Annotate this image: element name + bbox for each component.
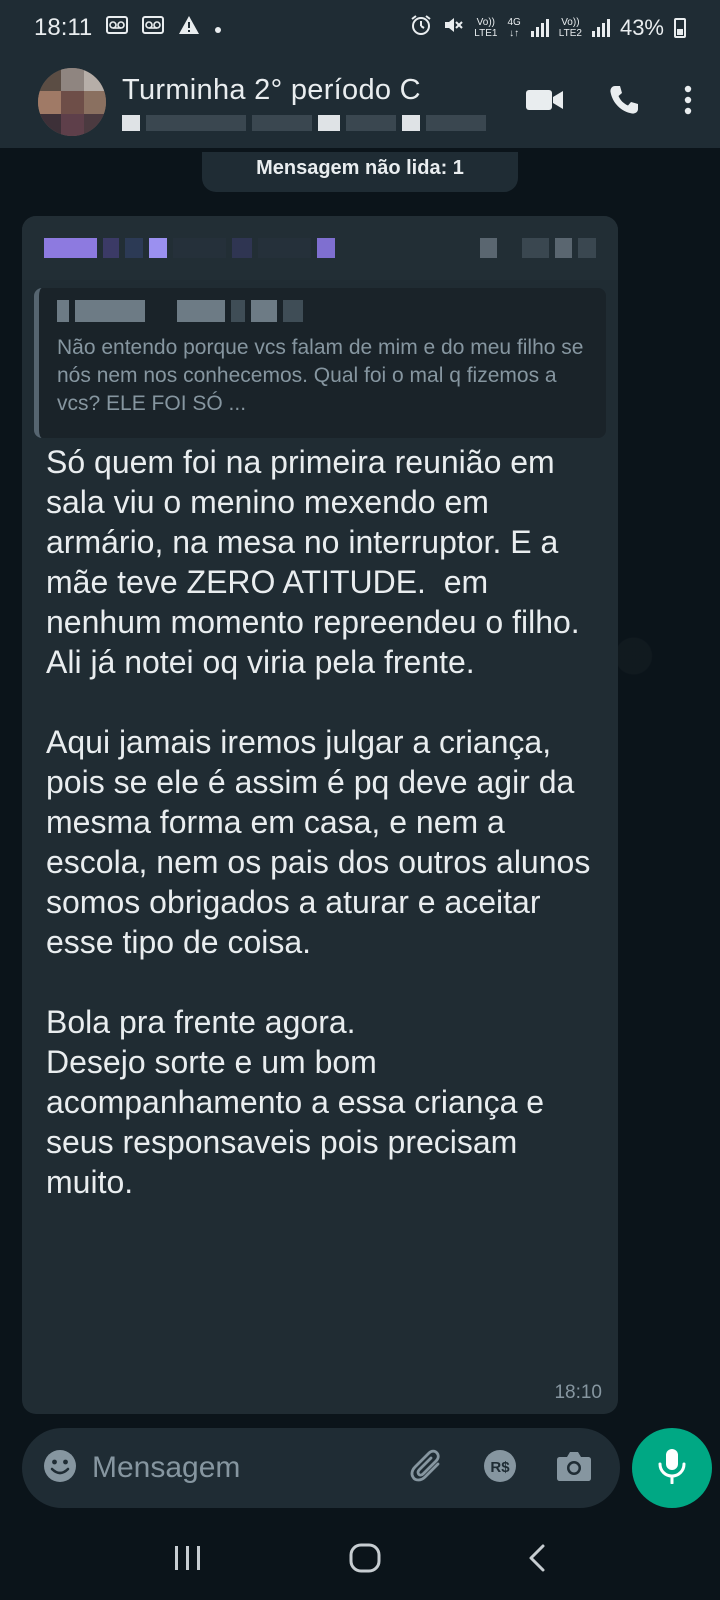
battery-percent: 43% xyxy=(619,15,664,40)
home-icon[interactable] xyxy=(348,1543,382,1578)
signal-icon xyxy=(591,19,610,37)
chat-participants-redacted xyxy=(122,114,526,131)
message-input[interactable]: Mensagem xyxy=(92,1451,410,1485)
quoted-message[interactable]: Não entendo porque vcs falam de mim e do… xyxy=(34,288,606,438)
svg-text:R$: R$ xyxy=(490,1459,510,1476)
video-call-icon[interactable] xyxy=(526,88,564,117)
message-input-bar[interactable]: Mensagem R$ xyxy=(22,1428,620,1508)
chat-title: Turminha 2° período C xyxy=(122,73,421,106)
network-type-label: 4G ↓↑ xyxy=(507,17,521,39)
warning-icon xyxy=(178,15,200,41)
more-options-icon[interactable] xyxy=(684,85,692,120)
network-lte1-label: Vo)) LTE1 xyxy=(474,17,498,39)
mute-icon xyxy=(442,14,464,42)
sender-name-redacted xyxy=(22,216,618,280)
payment-icon[interactable]: R$ xyxy=(482,1448,518,1489)
network-lte2-label: Vo)) LTE2 xyxy=(558,17,582,39)
emoji-icon[interactable] xyxy=(42,1448,78,1489)
quoted-author-redacted xyxy=(57,300,588,322)
message-timestamp: 18:10 xyxy=(554,1382,602,1403)
attach-icon[interactable] xyxy=(410,1448,444,1489)
voice-call-icon[interactable] xyxy=(608,84,640,121)
back-icon[interactable] xyxy=(527,1543,547,1578)
unread-messages-banner: Mensagem não lida: 1 xyxy=(202,152,518,192)
chat-info[interactable]: Turminha 2° período C xyxy=(122,74,526,131)
message-text: Só quem foi na primeira reunião em sala … xyxy=(46,444,591,1200)
voicemail-icon xyxy=(142,16,165,40)
chat-header: Turminha 2° período C xyxy=(0,56,720,148)
status-bar: 18:11 Vo)) LTE1 4G ↓↑ Vo)) LTE2 43% xyxy=(0,0,720,56)
notification-dot-icon xyxy=(214,17,222,40)
quoted-text: Não entendo porque vcs falam de mim e do… xyxy=(57,336,584,415)
signal-icon xyxy=(530,19,549,37)
alarm-icon xyxy=(410,14,432,42)
recent-apps-icon[interactable] xyxy=(173,1545,203,1576)
voicemail-icon xyxy=(106,16,129,40)
voice-message-button[interactable] xyxy=(632,1428,712,1508)
message-bubble[interactable]: Não entendo porque vcs falam de mim e do… xyxy=(22,216,618,1414)
battery-icon xyxy=(674,18,686,38)
microphone-icon xyxy=(657,1448,687,1489)
chat-area[interactable]: Mensagem não lida: 1 Não entendo porque … xyxy=(0,148,720,1418)
status-time: 18:11 xyxy=(34,14,93,41)
camera-icon[interactable] xyxy=(556,1450,592,1487)
system-navigation-bar xyxy=(0,1520,720,1600)
avatar[interactable] xyxy=(38,68,106,136)
